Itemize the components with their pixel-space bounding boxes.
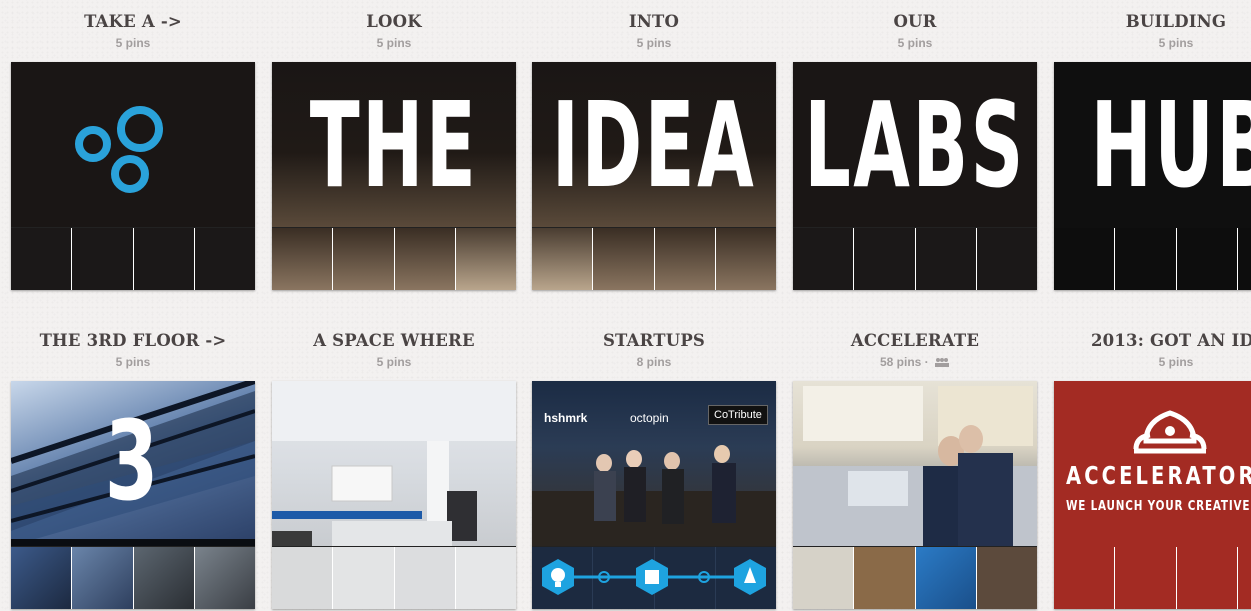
thumbnail-strip [793,228,1037,290]
board-title[interactable]: BUILDING [1054,12,1251,31]
thumbnail [333,547,394,609]
board-cover[interactable]: LABS [793,62,1037,290]
board-cover[interactable] [11,62,255,290]
board-title[interactable]: LOOK [272,12,516,31]
board-title[interactable]: OUR [793,12,1037,31]
board-pin-count: 58 pins · [793,355,1037,369]
cover-word: LABS [804,75,1026,214]
thumbnail [194,547,255,609]
board-cover[interactable]: HUB [1054,62,1251,290]
cover-word: THE [309,75,479,214]
cover-word: IDEA [551,75,757,214]
thumbnail [272,228,333,290]
board-pin-count: 5 pins [376,36,412,50]
thumbnail [1176,547,1237,609]
cover-image [11,62,255,227]
thumbnail [593,228,654,290]
thumbnail [1115,547,1176,609]
group-board-icon [935,358,950,367]
thumbnail [915,228,976,290]
thumbnail [133,547,194,609]
thumbnail-strip [11,228,255,290]
thumbnail [133,228,194,290]
thumbnail-strip [793,547,1037,609]
board-title[interactable]: TAKE A -> [11,12,255,31]
accelerator-title: ACCELERATOR [1066,461,1251,490]
thumbnail [1054,228,1115,290]
thumbnail [333,228,394,290]
board-pin-count: 5 pins [115,355,151,369]
team-photo [532,445,776,546]
thumbnail [455,547,516,609]
thumbnail-strip [1054,228,1251,290]
thumbnail [1237,547,1251,609]
board-title[interactable]: ACCELERATE [793,331,1037,350]
board-title[interactable]: 2013: GOT AN IDEA [1054,331,1251,350]
board-pin-count: 5 pins [1158,36,1194,50]
board-pin-count: 5 pins [115,36,151,50]
thumbnail [976,228,1037,290]
thumbnail [793,228,854,290]
thumbnail [194,228,255,290]
office-interior-image [272,381,516,546]
thumbnail [11,547,72,609]
board-pin-count: 5 pins [636,36,672,50]
board-title[interactable]: A SPACE WHERE [272,331,516,350]
thumbnail [854,547,915,609]
board-cover[interactable]: IDEA [532,62,776,290]
cover-image: IDEA [532,62,776,227]
board-cover[interactable]: hshmrk octopin CoTribute [532,381,776,609]
thumbnail [793,547,854,609]
thumbnail-strip [272,228,516,290]
cover-image: hshmrk octopin CoTribute [532,381,776,546]
thumbnail [11,228,72,290]
board-pin-count: 8 pins [636,355,672,369]
thumbnail [394,547,455,609]
cover-image: 3 [11,381,255,546]
thumbnail [854,228,915,290]
thumbnail [72,547,133,609]
cover-image: THE [272,62,516,227]
team-meeting-photo [793,386,1037,546]
thumbnail [976,547,1037,609]
thumbnail [654,228,715,290]
thumbnail [455,228,516,290]
thumbnail [1054,547,1115,609]
cover-image: ACCELERATOR WE LAUNCH YOUR CREATIVE IDEA… [1054,381,1251,546]
board-pin-count: 5 pins [376,355,412,369]
board-cover[interactable]: THE [272,62,516,290]
thumbnail-strip [11,547,255,609]
thumbnail [72,228,133,290]
cover-image: LABS [793,62,1037,227]
board-pin-count: 5 pins [897,36,933,50]
thumbnail-strip [1054,547,1251,609]
board-title[interactable]: INTO [532,12,776,31]
startup-journey-graphic [542,559,766,595]
board-title[interactable]: STARTUPS [532,331,776,350]
board-cover[interactable] [793,381,1037,609]
cover-image [272,381,516,546]
idea-labs-logo-icon [75,106,163,193]
accelerator-subtitle: WE LAUNCH YOUR CREATIVE IDEAS [1066,499,1251,514]
board-cover[interactable]: ACCELERATOR WE LAUNCH YOUR CREATIVE IDEA… [1054,381,1251,609]
thumbnail-strip [272,547,516,609]
thumbnail [1115,228,1176,290]
thumbnail [272,547,333,609]
pin-count-text: 58 pins · [879,355,929,369]
thumbnail-strip [532,228,776,290]
board-cover[interactable] [272,381,516,609]
thumbnail [1176,228,1237,290]
thumbnail [915,547,976,609]
thumbnail [394,228,455,290]
cover-image [793,381,1037,546]
board-title[interactable]: THE 3RD FLOOR -> [11,331,255,350]
thumbnail [715,228,776,290]
thumbnail [1237,228,1251,290]
board-cover[interactable]: 3 [11,381,255,609]
cover-word: 3 [104,396,162,525]
cover-image: HUB [1054,62,1251,227]
board-pin-count: 5 pins [1158,355,1194,369]
cover-word: HUB [1090,75,1251,214]
thumbnail [532,228,593,290]
